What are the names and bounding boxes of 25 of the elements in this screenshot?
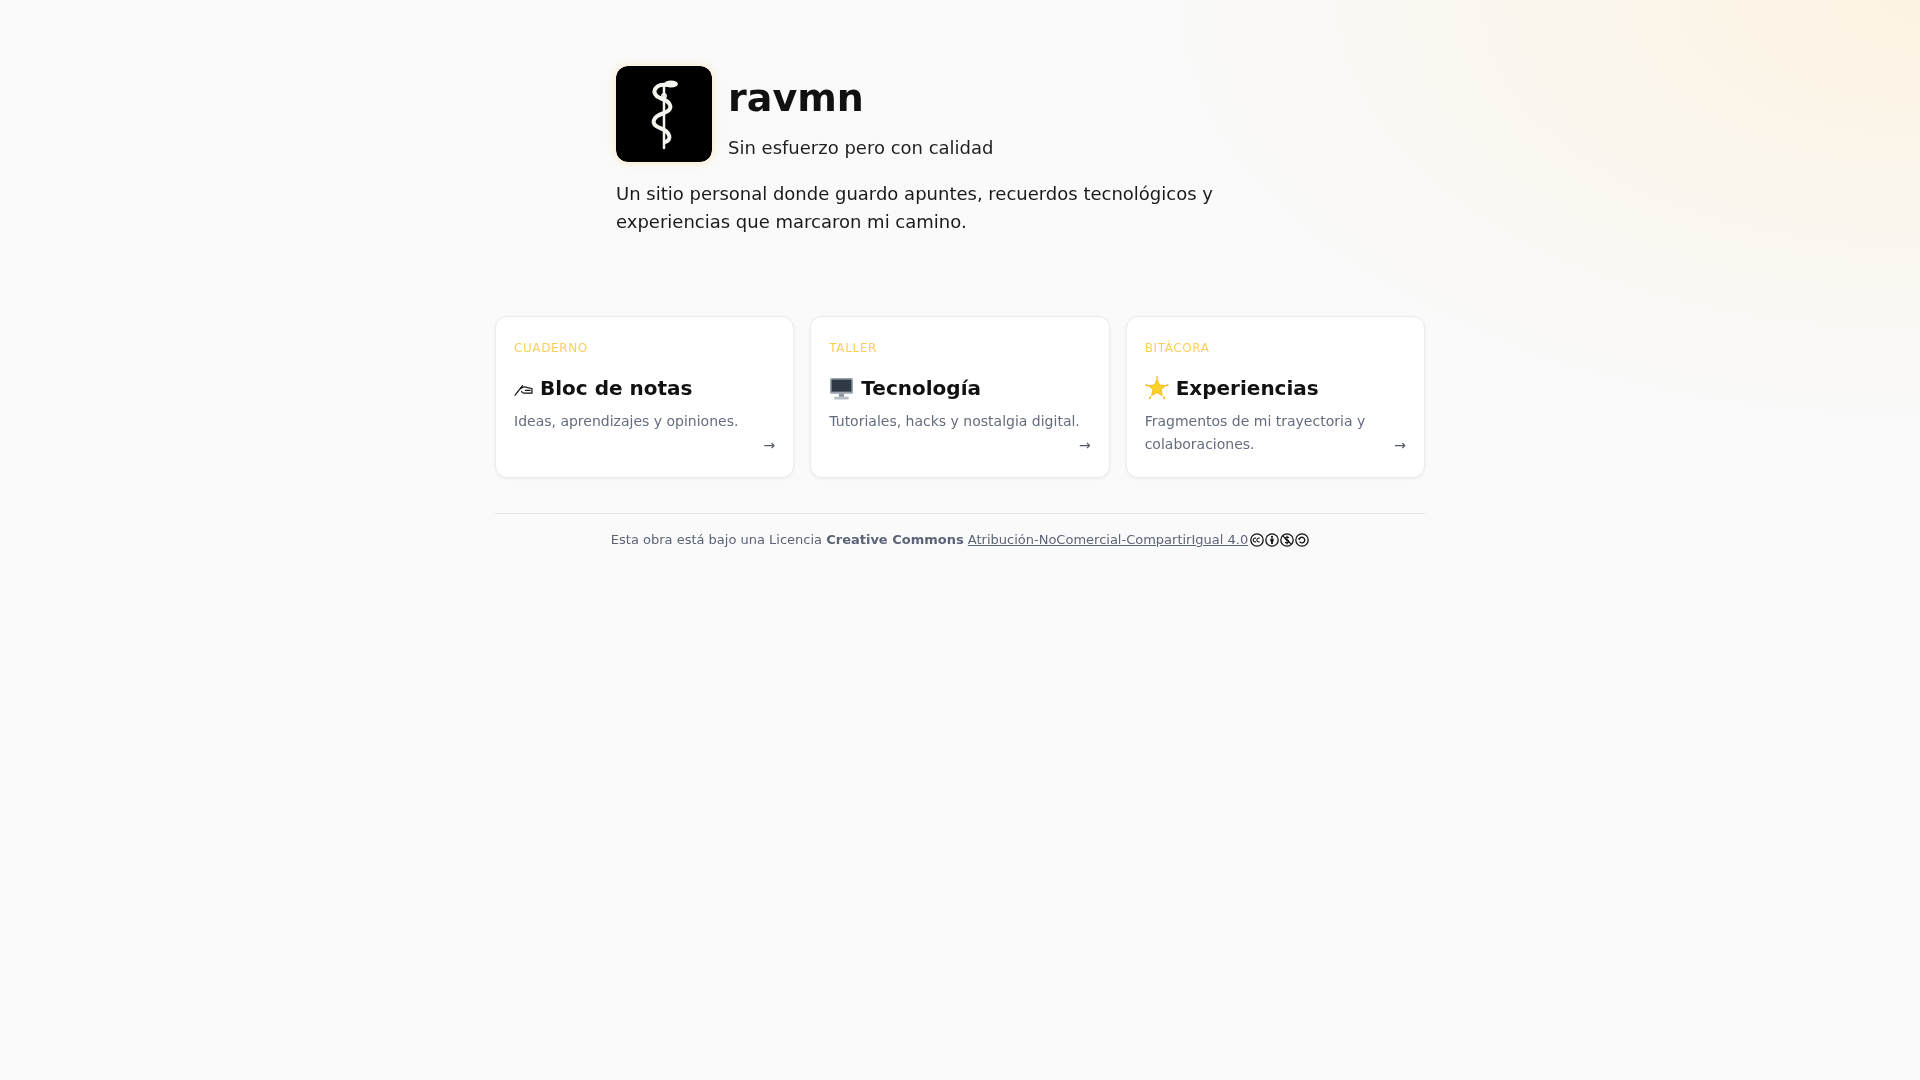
card-category: BITÁCORA [1144, 340, 1210, 356]
card-category: TALLER [829, 340, 877, 356]
license-link[interactable]: Atribución-NoComercial-CompartirIgual 4.0 [967, 532, 1249, 547]
card-title: Tecnología [861, 375, 981, 402]
section-card[interactable]: CUADERNO Bloc de notas Ideas, aprendizajes y opiniones. → [495, 316, 795, 478]
card-description: Tutoriales, hacks y nostalgia digital. [829, 413, 1080, 429]
site-description: Un sitio personal donde guardo apuntes, recuerdos tecnológicos y experiencias que marcaron mi camino. [616, 182, 1214, 234]
card-title: Experiencias [1175, 375, 1319, 402]
crossed-dollar-icon [1280, 533, 1295, 547]
cc-license-icon [1250, 533, 1265, 547]
card-category: CUADERNO [514, 340, 588, 356]
card-description: Ideas, aprendizajes y opiniones. [514, 413, 739, 429]
arrow-glyph: → [1394, 437, 1406, 454]
arrow-glyph: → [1078, 437, 1091, 454]
glowing-star-icon [1144, 376, 1169, 400]
license-text: Esta obra está bajo una Licencia Creative Commons Atribución-NoComercial-CompartirIgual 4.0 [610, 531, 1249, 549]
card-description: Fragmentos de mi trayectoria y colaboraciones. [1144, 413, 1366, 452]
site-tagline: Sin esfuerzo pero con calidad [728, 136, 994, 160]
card-title: Bloc de notas [540, 375, 693, 402]
section-card[interactable]: BITÁCORA Experiencias Fragmentos de mi trayectoria y colaboraciones. → [1125, 316, 1425, 478]
arrow-glyph: → [763, 437, 776, 454]
person-circle-icon [1265, 533, 1280, 547]
section-card[interactable]: TALLER Tecnología Tutoriales, hacks y nostalgia digital. → [810, 316, 1110, 478]
site-title: ravmn [728, 75, 864, 121]
monitor-icon [829, 376, 855, 400]
